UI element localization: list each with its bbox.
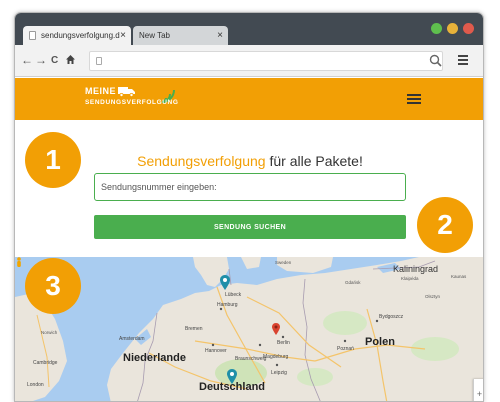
map-pin-icon[interactable] xyxy=(220,275,230,290)
pegman-icon[interactable] xyxy=(15,257,23,268)
tab-new-tab[interactable]: New Tab × xyxy=(133,26,228,45)
tab-sendungsverfolgung[interactable]: sendungsverfolgung.de × xyxy=(23,26,131,45)
window-maximize-button[interactable] xyxy=(431,23,442,34)
map-city-label: Poznań xyxy=(337,346,354,352)
map-view[interactable]: Niederlande Polen Deutschland Kaliningra… xyxy=(15,257,483,401)
map-city-label: London xyxy=(27,382,44,388)
map-pin-icon[interactable] xyxy=(227,369,237,384)
map-small-label: Sweden xyxy=(275,260,292,265)
hamburger-icon[interactable] xyxy=(407,94,421,104)
site-header: MEINE SENDUNGSVERFOLGUNG xyxy=(15,78,483,120)
browser-menu-icon[interactable] xyxy=(458,55,468,65)
window-minimize-button[interactable] xyxy=(447,23,458,34)
map-country-label: Niederlande xyxy=(123,352,186,364)
window-close-button[interactable] xyxy=(463,23,474,34)
browser-window: sendungsverfolgung.de × New Tab × ← → C xyxy=(14,12,484,402)
site-logo[interactable]: MEINE SENDUNGSVERFOLGUNG xyxy=(85,84,195,114)
map-pin-icon[interactable] xyxy=(272,323,280,335)
map-city-label: Leipzig xyxy=(271,370,287,376)
logo-line-1: MEINE xyxy=(85,86,117,96)
map-city-label: Berlin xyxy=(277,340,290,346)
back-button[interactable]: ← xyxy=(21,53,33,67)
zoom-in-button[interactable]: + xyxy=(474,390,483,399)
map-region-label: Kaliningrad xyxy=(393,264,439,274)
map-city-label: Braunschweig xyxy=(235,356,267,362)
close-tab-icon[interactable]: × xyxy=(120,30,131,41)
map-country-label: Polen xyxy=(365,336,395,348)
tracking-number-input[interactable] xyxy=(94,173,406,201)
map-city-label: Hamburg xyxy=(217,302,238,308)
map-zoom-control[interactable]: + xyxy=(473,379,483,401)
map-city-label: Amsterdam xyxy=(119,336,145,342)
map-small-label: Klaipėda xyxy=(401,276,419,281)
truck-icon xyxy=(118,87,135,97)
browser-titlebar: sendungsverfolgung.de × New Tab × xyxy=(15,13,483,45)
page-title-rest: für alle Pakete! xyxy=(265,153,363,169)
logo-line-2: SENDUNGSVERFOLGUNG xyxy=(85,99,179,106)
map-small-label: Norwich xyxy=(41,330,58,335)
map-city-label: Cambridge xyxy=(33,360,58,366)
map-small-label: Kaunas xyxy=(451,274,467,279)
reload-button[interactable]: C xyxy=(51,54,58,68)
map-small-label: Olsztyn xyxy=(425,294,441,299)
map-city-label: Magdeburg xyxy=(263,354,289,360)
search-icon[interactable] xyxy=(428,53,444,69)
page-icon xyxy=(96,57,102,65)
map-city-label: Hannover xyxy=(205,348,227,354)
forward-button[interactable]: → xyxy=(35,53,47,67)
address-bar[interactable] xyxy=(89,51,443,71)
map-city-label: Lübeck xyxy=(225,292,242,298)
step-badge-1: 1 xyxy=(25,132,81,188)
map-city-label: Bremen xyxy=(185,326,203,332)
step-badge-3: 3 xyxy=(25,258,81,314)
map-small-label: Gdańsk xyxy=(345,280,361,285)
page-icon xyxy=(29,31,36,40)
map-city-label: Bydgoszcz xyxy=(379,314,404,320)
page-title: Sendungsverfolgung für alle Pakete! xyxy=(15,153,483,169)
home-icon[interactable] xyxy=(65,54,76,65)
page-title-accent: Sendungsverfolgung xyxy=(137,153,266,169)
step-badge-2: 2 xyxy=(417,197,473,253)
search-shipment-button[interactable]: SENDUNG SUCHEN xyxy=(94,215,406,239)
close-tab-icon[interactable]: × xyxy=(217,30,228,41)
browser-toolbar: ← → C xyxy=(15,45,483,77)
tab-label: sendungsverfolgung.de xyxy=(41,31,121,40)
tab-label: New Tab xyxy=(139,31,170,40)
